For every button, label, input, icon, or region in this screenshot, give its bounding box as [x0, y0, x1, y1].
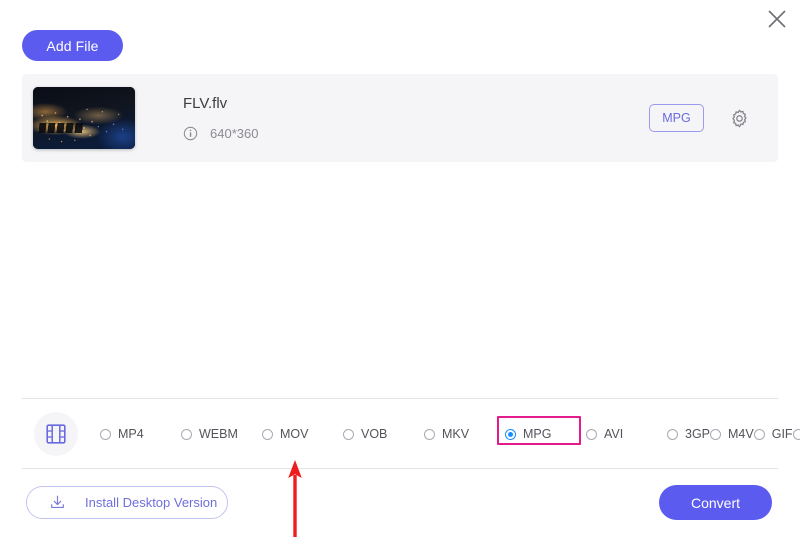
- format-option-label: MP4: [118, 427, 144, 441]
- radio-mark: [505, 428, 516, 440]
- format-option-8[interactable]: M4V: [710, 421, 754, 447]
- format-option-label: GIF: [771, 427, 793, 441]
- format-option-label: VOB: [361, 427, 388, 441]
- file-actions: MPG: [649, 104, 778, 132]
- close-icon: [768, 10, 786, 28]
- radio-mark: [100, 428, 111, 440]
- radio-mark: [262, 428, 273, 440]
- format-option-1[interactable]: WEBM: [181, 421, 262, 447]
- format-option-label: MOV: [280, 427, 309, 441]
- file-subline: 640*360: [183, 126, 258, 141]
- file-thumbnail: [33, 87, 135, 149]
- install-desktop-version-label: Install Desktop Version: [85, 495, 218, 510]
- format-option-9[interactable]: GIF: [753, 421, 793, 447]
- convert-label: Convert: [690, 494, 741, 511]
- format-option-label: AVI: [604, 427, 624, 441]
- file-output-format-button[interactable]: MPG: [649, 104, 704, 132]
- thumbnail-city-lights: [33, 87, 135, 149]
- radio-mark: [667, 428, 678, 440]
- radio-mark: [710, 428, 722, 440]
- format-option-7[interactable]: 3GP: [667, 421, 710, 447]
- format-option-label: MPG: [523, 427, 552, 441]
- format-selection-bar: MP4 WEBM MOV VOB MKV MPG AVI 3GP M4V GIF: [22, 402, 800, 466]
- format-option-6[interactable]: AVI: [586, 421, 667, 447]
- add-file-label: Add File: [46, 37, 99, 54]
- format-option-2[interactable]: MOV: [262, 421, 343, 447]
- file-output-format-label: MPG: [662, 111, 691, 125]
- divider-above-formats: [22, 398, 778, 399]
- film-strip-icon: [46, 424, 66, 444]
- close-button[interactable]: [760, 2, 794, 36]
- radio-mark: [792, 428, 800, 440]
- format-option-4[interactable]: MKV: [424, 421, 505, 447]
- video-format-tab[interactable]: [34, 412, 78, 456]
- format-option-3[interactable]: VOB: [343, 421, 424, 447]
- format-option-label: MKV: [442, 427, 470, 441]
- file-name: FLV.flv: [183, 95, 228, 112]
- file-row[interactable]: FLV.flv 640*360 MPG: [22, 74, 778, 162]
- radio-mark: [181, 428, 192, 440]
- format-option-5[interactable]: MPG: [497, 416, 586, 447]
- radio-mark: [343, 428, 354, 440]
- format-option-10[interactable]: FLV: [792, 421, 800, 447]
- install-desktop-version-button[interactable]: Install Desktop Version: [26, 486, 228, 519]
- divider-below-formats: [22, 468, 778, 469]
- file-resolution: 640*360: [210, 126, 259, 141]
- radio-mark: [424, 428, 435, 440]
- format-option-label: M4V: [728, 427, 754, 441]
- info-circle-icon: [183, 126, 198, 141]
- red-up-arrow-annotation: [288, 460, 302, 537]
- format-option-label: WEBM: [199, 427, 238, 441]
- gear-icon: [731, 109, 747, 127]
- video-converter-window: Add File FLV.flv 640*360 MPG MP4 WEBM MO…: [0, 0, 800, 549]
- convert-button[interactable]: Convert: [659, 485, 772, 520]
- file-settings-button[interactable]: [728, 107, 750, 129]
- format-option-label: 3GP: [685, 427, 711, 441]
- format-options-grid: MP4 WEBM MOV VOB MKV MPG AVI 3GP M4V GIF: [100, 416, 800, 447]
- add-file-button[interactable]: Add File: [22, 30, 123, 61]
- radio-mark: [586, 428, 597, 440]
- format-option-0[interactable]: MP4: [100, 421, 181, 447]
- file-meta: FLV.flv 640*360: [183, 95, 258, 141]
- thumbnail-piers: [38, 122, 93, 133]
- download-icon: [51, 495, 64, 509]
- radio-mark: [753, 428, 765, 440]
